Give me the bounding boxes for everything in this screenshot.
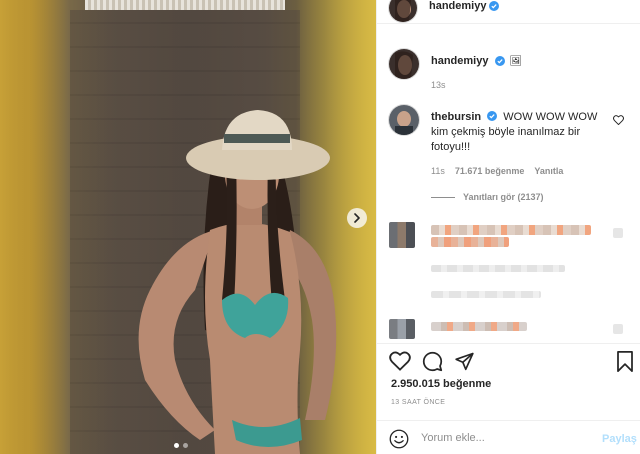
post-comment-button[interactable]: Paylaş	[602, 433, 637, 445]
post-photo[interactable]	[0, 0, 376, 454]
carousel-indicator	[174, 443, 188, 448]
post-timestamp[interactable]: 13 SAAT ÖNCE	[391, 399, 445, 406]
view-replies-button[interactable]: Yanıtları gör (2137)	[431, 192, 544, 202]
commenter-avatar[interactable]	[389, 105, 419, 135]
verified-icon	[489, 1, 500, 11]
carousel-dot	[183, 443, 188, 448]
comment-meta: 11s 71.671 beğenme Yanıtla	[431, 166, 563, 176]
comment-likes[interactable]: 71.671 beğenme	[455, 166, 525, 176]
censored-text	[431, 225, 591, 235]
verified-icon	[487, 111, 498, 121]
post-sidebar: handemiyy handemiyy 🖼 13s thebursin WOW …	[376, 0, 640, 454]
carousel-dot-active	[174, 443, 179, 448]
caption-avatar[interactable]	[389, 49, 419, 79]
post-header: handemiyy	[377, 0, 640, 24]
censored-icon	[613, 324, 623, 334]
comment-like-heart-icon[interactable]	[613, 115, 624, 125]
verified-icon	[495, 56, 506, 66]
censored-text	[431, 322, 527, 331]
post-actions	[377, 343, 640, 381]
comments-list[interactable]: handemiyy 🖼 13s thebursin WOW WOW WOW ki…	[377, 25, 640, 343]
add-comment-form: Paylaş	[377, 420, 640, 454]
reply-button[interactable]: Yanıtla	[534, 166, 563, 176]
photo-subject	[138, 110, 337, 454]
censored-avatar	[389, 319, 415, 339]
censored-replies	[431, 291, 541, 298]
emoji-icon[interactable]	[389, 429, 409, 449]
like-count[interactable]: 2.950.015 beğenme	[391, 378, 491, 390]
view-replies-label: Yanıtları gör (2137)	[463, 192, 544, 202]
caption-text: 🖼	[509, 55, 523, 67]
censored-text	[431, 237, 509, 247]
comment-icon[interactable]	[422, 351, 443, 372]
caption-username[interactable]: handemiyy	[431, 55, 488, 67]
censored-avatar	[389, 222, 415, 248]
bookmark-icon[interactable]	[616, 351, 634, 372]
next-photo-button[interactable]	[347, 208, 367, 228]
author-username[interactable]: handemiyy	[429, 0, 486, 12]
commenter-username[interactable]: thebursin	[431, 111, 481, 123]
author-avatar[interactable]	[389, 0, 417, 22]
replies-divider	[431, 196, 455, 198]
comment-time[interactable]: 11s	[431, 166, 445, 176]
heart-icon[interactable]	[389, 351, 411, 371]
caption-time[interactable]: 13s	[431, 80, 446, 90]
next-arrow-icon	[354, 213, 360, 223]
censored-icon	[613, 228, 623, 238]
share-icon[interactable]	[454, 351, 475, 371]
comment-input[interactable]	[421, 430, 591, 446]
censored-meta	[431, 265, 565, 272]
